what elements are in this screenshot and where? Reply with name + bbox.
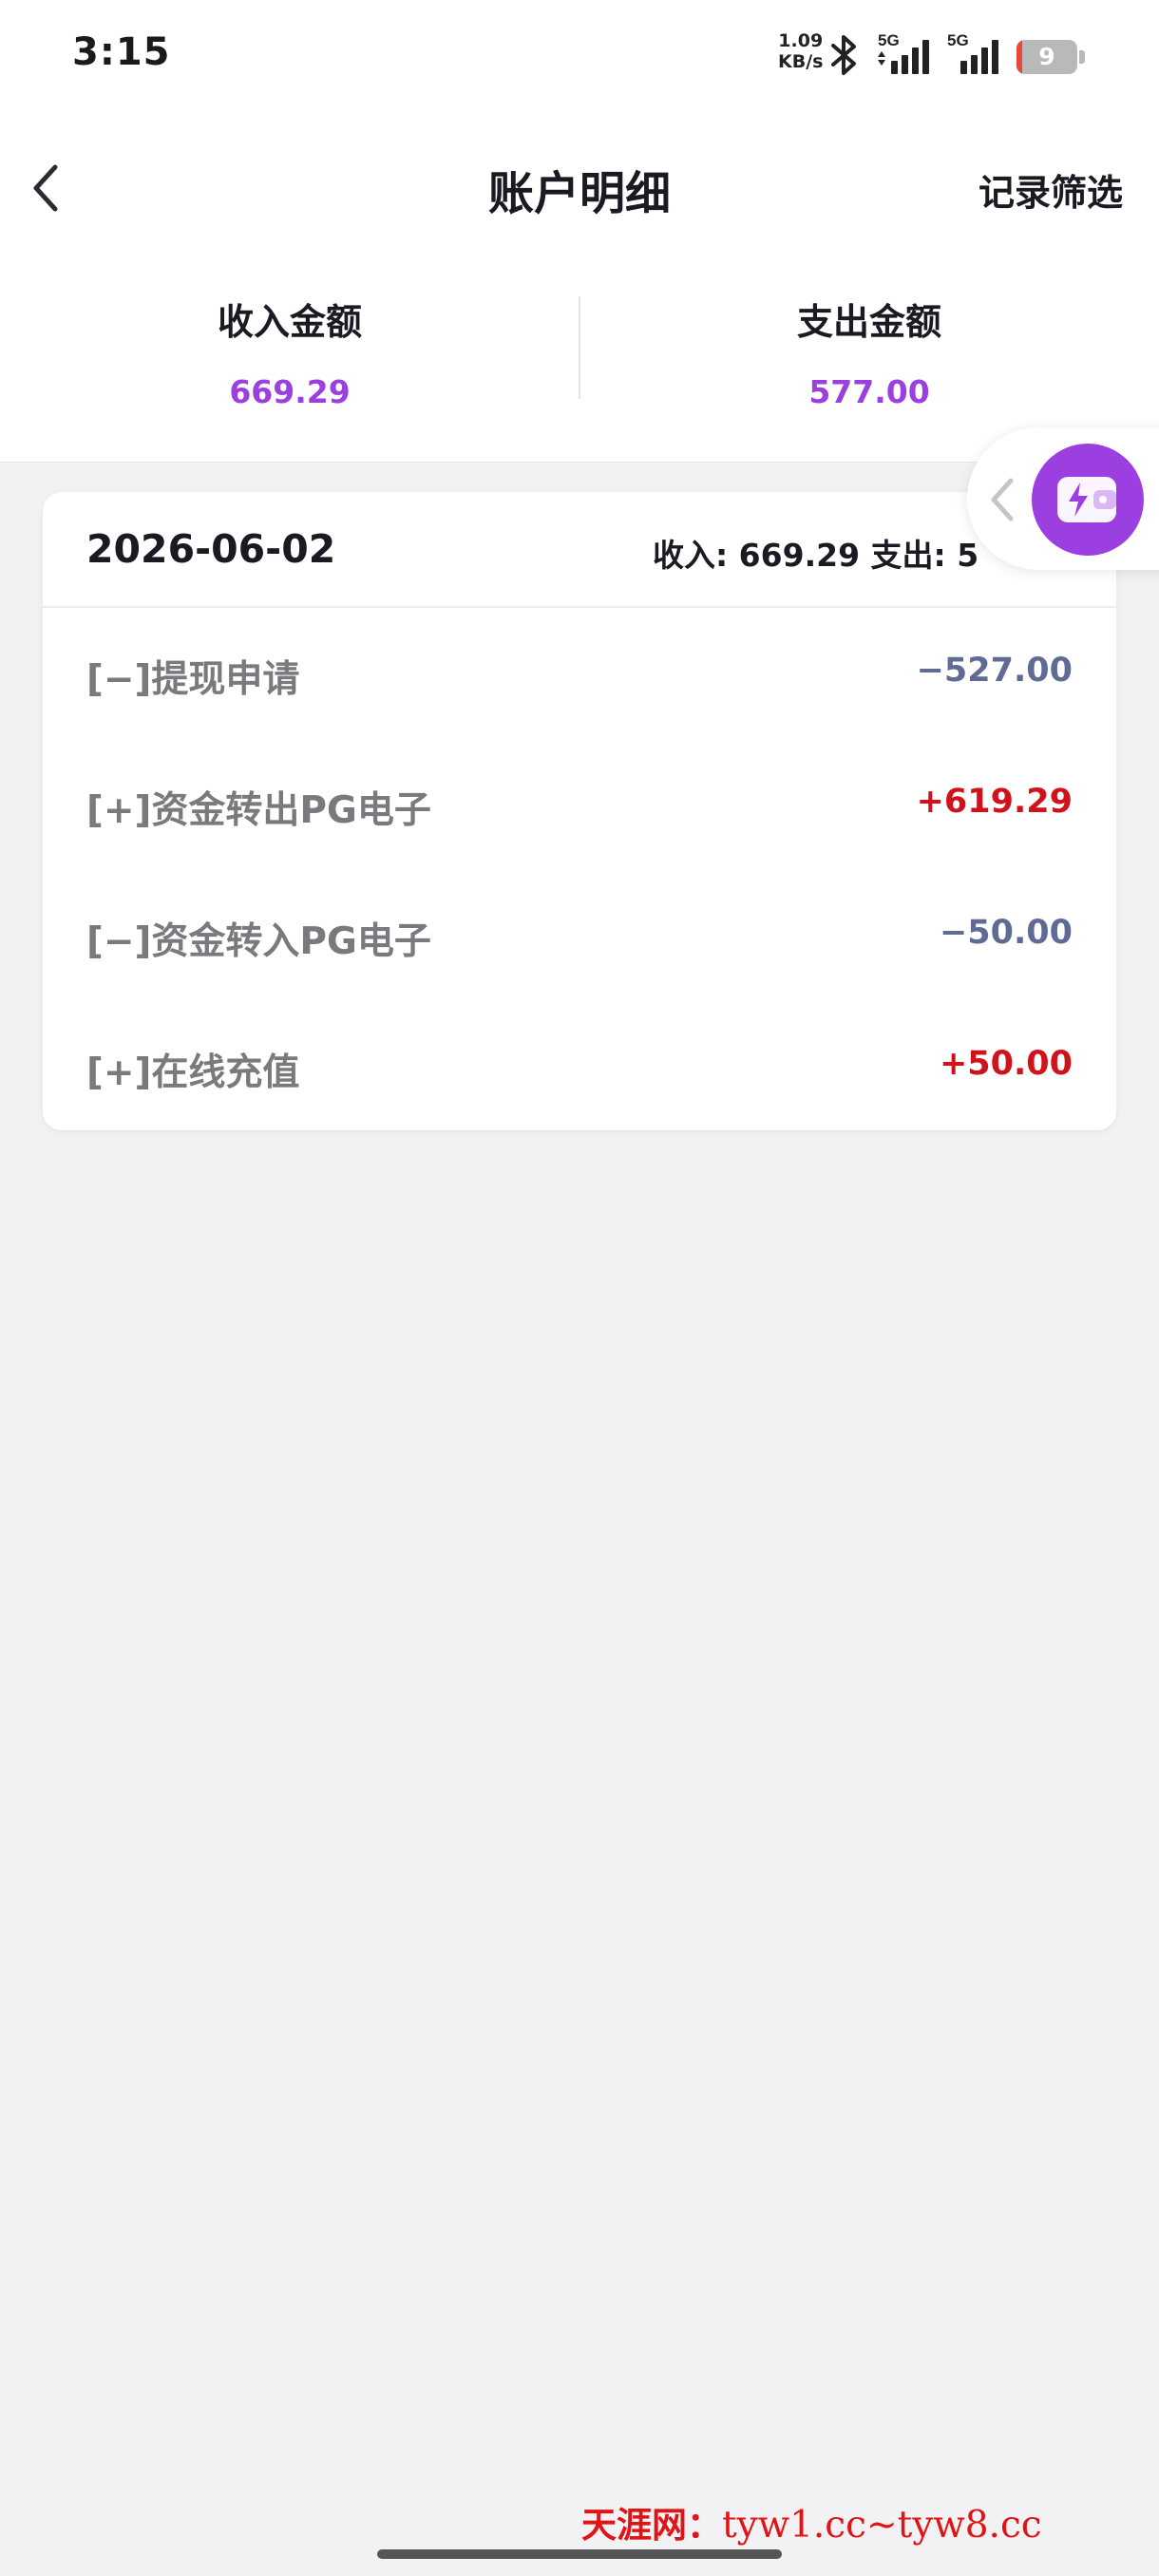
- day-transactions-card: 2026-06-02 收入: 669.29 支出: 5 [−]提现申请 −527…: [43, 492, 1116, 1130]
- expense-summary: 支出金额 577.00: [580, 293, 1159, 410]
- transaction-amount: −50.00: [939, 914, 1073, 952]
- signal-label: 5G: [947, 32, 969, 49]
- wallet-lightning-icon: [1057, 477, 1116, 522]
- bluetooth-icon: [831, 35, 856, 75]
- transaction-label: [−]资金转入PG电子: [86, 920, 431, 963]
- signal-icon: 5G: [947, 32, 998, 74]
- battery-icon: 9: [1016, 40, 1077, 74]
- transaction-amount: +619.29: [916, 783, 1073, 821]
- card-header: 2026-06-02 收入: 669.29 支出: 5: [43, 492, 1116, 608]
- transaction-row[interactable]: [−]提现申请 −527.00: [43, 608, 1116, 739]
- network-speed-unit: KB/s: [778, 51, 824, 72]
- transaction-label: [+]在线充值: [86, 1051, 300, 1094]
- expense-label: 支出金额: [796, 301, 941, 343]
- group-date: 2026-06-02: [86, 526, 336, 572]
- transaction-amount: −527.00: [916, 652, 1073, 690]
- watermark-url: tyw1.cc~tyw8.cc: [722, 2504, 1042, 2547]
- watermark-site-name: 天涯网：: [581, 2504, 722, 2546]
- network-speed-value: 1.09: [778, 30, 824, 51]
- home-indicator[interactable]: [377, 2549, 782, 2559]
- watermark: 天涯网：tyw1.cc~tyw8.cc: [581, 2496, 1042, 2548]
- transaction-label: [+]资金转出PG电子: [86, 789, 431, 832]
- expense-value: 577.00: [808, 373, 930, 410]
- battery-tip: [1079, 50, 1085, 64]
- filter-records-button[interactable]: 记录筛选: [978, 163, 1123, 216]
- transaction-row[interactable]: [+]资金转出PG电子 +619.29: [43, 739, 1116, 870]
- transaction-label: [−]提现申请: [86, 658, 300, 701]
- income-value: 669.29: [229, 373, 351, 410]
- battery-level: 9: [1038, 43, 1055, 70]
- transaction-row[interactable]: [−]资金转入PG电子 −50.00: [43, 870, 1116, 1001]
- signal-icon: 5G: [878, 32, 929, 74]
- chevron-left-icon[interactable]: [984, 475, 1022, 524]
- status-time: 3:15: [72, 30, 171, 74]
- group-summary: 收入: 669.29 支出: 5: [653, 537, 979, 574]
- transaction-amount: +50.00: [939, 1045, 1073, 1083]
- signal-label: 5G: [878, 32, 900, 49]
- transaction-row[interactable]: [+]在线充值 +50.00: [43, 1001, 1116, 1130]
- wallet-quick-button[interactable]: [1032, 444, 1144, 556]
- network-speed: 1.09 KB/s: [778, 30, 823, 72]
- income-label: 收入金额: [217, 301, 362, 343]
- income-summary: 收入金额 669.29: [0, 293, 580, 410]
